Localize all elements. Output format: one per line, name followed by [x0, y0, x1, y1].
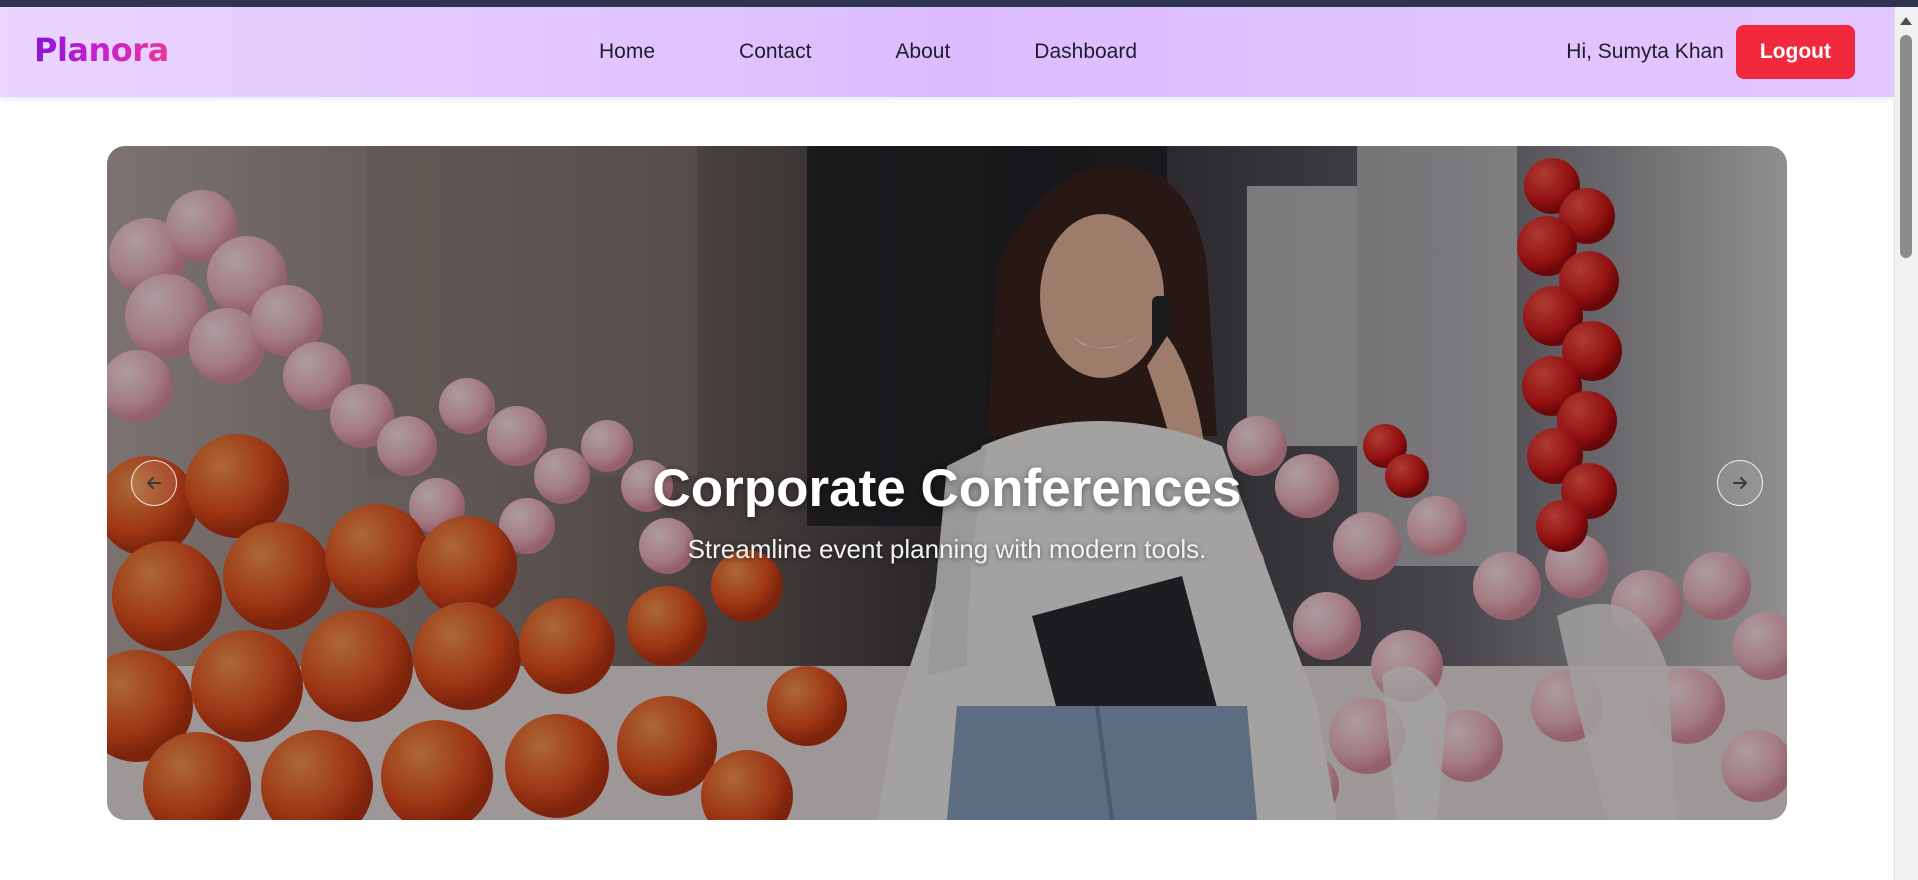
carousel-next-button[interactable]: [1717, 460, 1763, 506]
brand-logo[interactable]: Planora: [34, 31, 169, 69]
scrollbar-thumb[interactable]: [1900, 35, 1912, 258]
navbar: Planora Home Contact About Dashboard Hi,…: [0, 7, 1895, 97]
nav-link-about[interactable]: About: [895, 40, 950, 64]
slide-title: Corporate Conferences: [652, 458, 1242, 518]
scroll-up-icon[interactable]: [1900, 17, 1912, 25]
user-greeting: Hi, Sumyta Khan: [1566, 40, 1724, 63]
logout-button[interactable]: Logout: [1735, 25, 1855, 79]
carousel-prev-button[interactable]: [131, 460, 177, 506]
nav-link-home[interactable]: Home: [599, 40, 655, 64]
user-area: Hi, Sumyta Khan Logout: [1566, 25, 1855, 79]
page-scrollbar[interactable]: [1894, 7, 1918, 880]
arrow-right-icon: [1733, 477, 1747, 489]
arrow-left-icon: [147, 477, 161, 489]
nav-link-contact[interactable]: Contact: [739, 40, 811, 64]
browser-top-strip: [0, 0, 1918, 7]
hero-carousel: Corporate Conferences Streamline event p…: [107, 146, 1787, 820]
nav-links: Home Contact About Dashboard: [599, 7, 1137, 97]
slide-subtitle: Streamline event planning with modern to…: [687, 534, 1207, 564]
nav-link-dashboard[interactable]: Dashboard: [1034, 40, 1137, 64]
